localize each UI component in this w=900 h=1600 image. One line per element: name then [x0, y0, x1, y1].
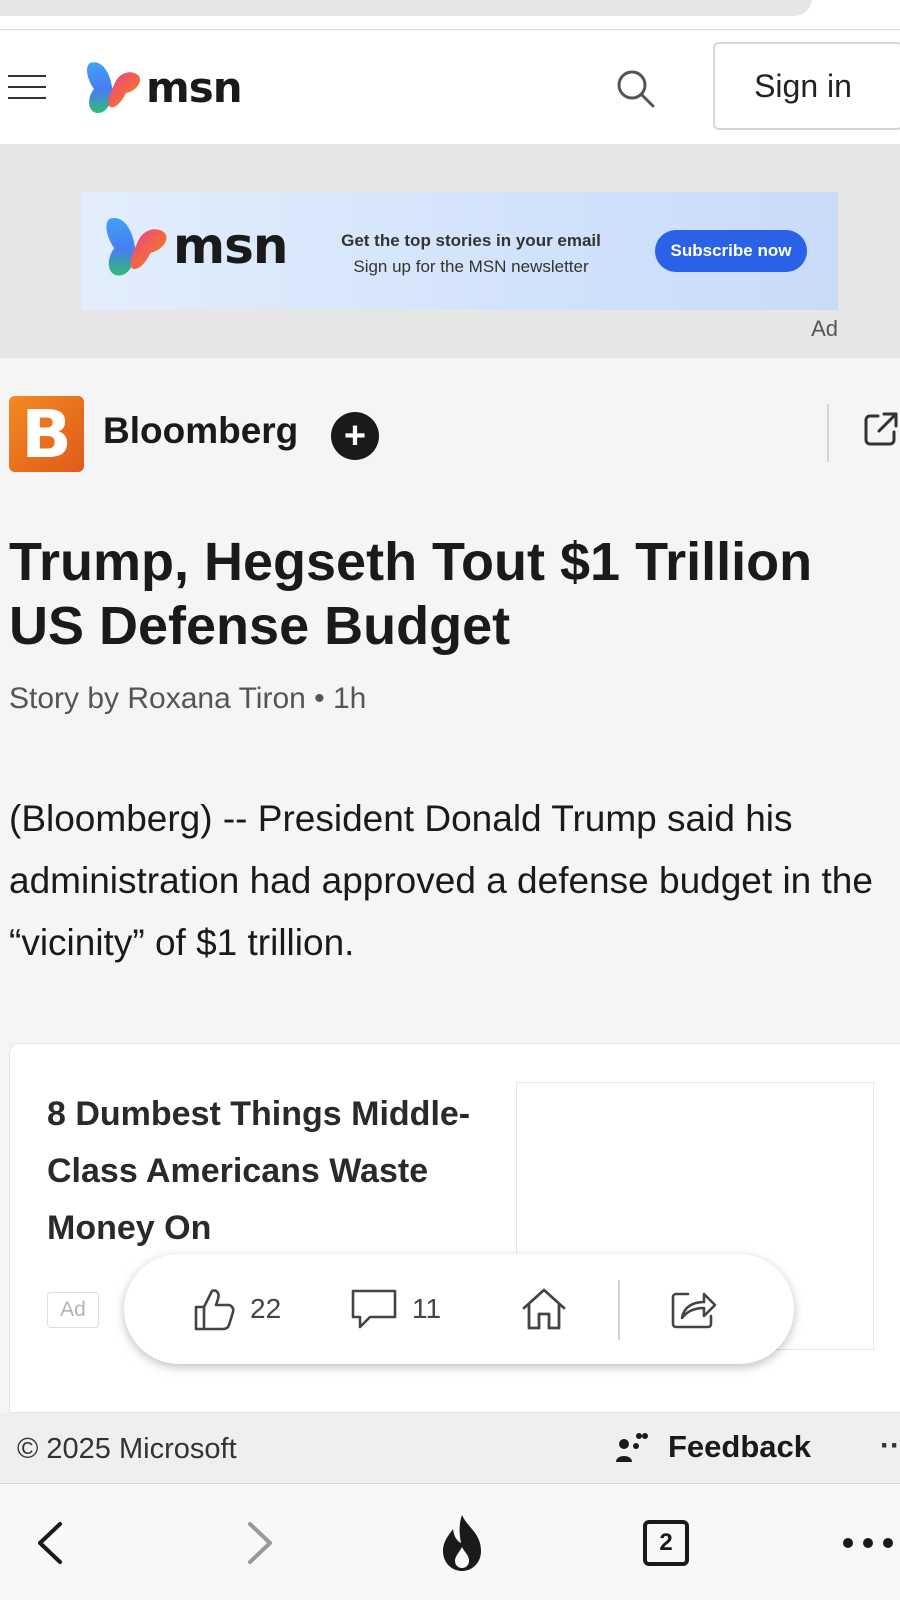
- article-body: (Bloomberg) -- President Donald Trump sa…: [9, 798, 873, 963]
- footer-more[interactable]: ··: [880, 1429, 900, 1463]
- article-byline: Story by Roxana Tiron • 1h: [9, 682, 367, 715]
- ad-logo-text: msn: [173, 217, 288, 275]
- feedback-button[interactable]: Feedback: [614, 1429, 811, 1465]
- ad-line-1: Get the top stories in your email: [341, 231, 601, 250]
- ad-copy: Get the top stories in your email Sign u…: [321, 228, 621, 280]
- publisher-name[interactable]: Bloomberg: [103, 410, 298, 452]
- comment-button[interactable]: 11: [348, 1254, 441, 1364]
- fire-icon[interactable]: [432, 1484, 492, 1600]
- newsletter-ad-banner[interactable]: msn Get the top stories in your email Si…: [81, 192, 838, 310]
- forward-arrow-icon[interactable]: [230, 1484, 290, 1600]
- ad-banner-area: msn Get the top stories in your email Si…: [0, 144, 900, 358]
- article-action-bar: 22 11: [124, 1254, 794, 1364]
- more-icon[interactable]: [838, 1484, 898, 1600]
- article-headline: Trump, Hegseth Tout $1 Trillion US Defen…: [9, 532, 813, 656]
- share-icon: [671, 1292, 717, 1329]
- external-link-icon[interactable]: [862, 410, 900, 448]
- comment-count: 11: [412, 1293, 442, 1324]
- follow-plus-button[interactable]: +: [331, 412, 379, 460]
- site-header: msn Sign in: [0, 31, 900, 144]
- like-button[interactable]: 22: [190, 1254, 281, 1364]
- msn-logo[interactable]: msn: [84, 55, 243, 119]
- ad-label: Ad: [811, 316, 838, 341]
- home-button[interactable]: [519, 1254, 569, 1364]
- hamburger-menu-icon[interactable]: [8, 75, 48, 101]
- home-icon: [522, 1288, 566, 1330]
- sponsored-title[interactable]: 8 Dumbest Things Middle-Class Americans …: [47, 1086, 477, 1252]
- ad-msn-logo: msn: [103, 212, 288, 280]
- sign-in-button[interactable]: Sign in: [713, 42, 900, 130]
- share-button[interactable]: [668, 1254, 718, 1364]
- feedback-icon: [616, 1433, 648, 1462]
- logo-text: msn: [146, 62, 243, 112]
- search-icon[interactable]: [612, 65, 662, 115]
- comment-icon: [351, 1289, 397, 1329]
- address-bar[interactable]: [0, 0, 812, 16]
- feedback-label: Feedback: [668, 1429, 812, 1464]
- like-count: 22: [250, 1293, 282, 1324]
- publisher-row: B Bloomberg +: [0, 358, 900, 510]
- sponsored-ad-label: Ad: [47, 1292, 99, 1328]
- action-divider: [618, 1280, 620, 1340]
- divider: [827, 404, 829, 462]
- tabs-icon[interactable]: 2: [636, 1484, 696, 1600]
- msn-butterfly-logo: [106, 218, 167, 276]
- tab-count: 2: [643, 1519, 689, 1566]
- msn-butterfly-logo: [87, 62, 141, 113]
- subscribe-button[interactable]: Subscribe now: [655, 230, 807, 272]
- bloomberg-logo[interactable]: B: [9, 396, 84, 473]
- copyright: © 2025 Microsoft: [17, 1433, 237, 1465]
- browser-toolbar-strip: [0, 0, 900, 30]
- back-arrow-icon[interactable]: [20, 1484, 80, 1600]
- page-footer: © 2025 Microsoft Feedback ··: [0, 1413, 900, 1483]
- browser-bottom-bar: 2: [0, 1483, 900, 1600]
- ad-line-2: Sign up for the MSN newsletter: [353, 257, 589, 276]
- thumbs-up-icon: [194, 1289, 235, 1331]
